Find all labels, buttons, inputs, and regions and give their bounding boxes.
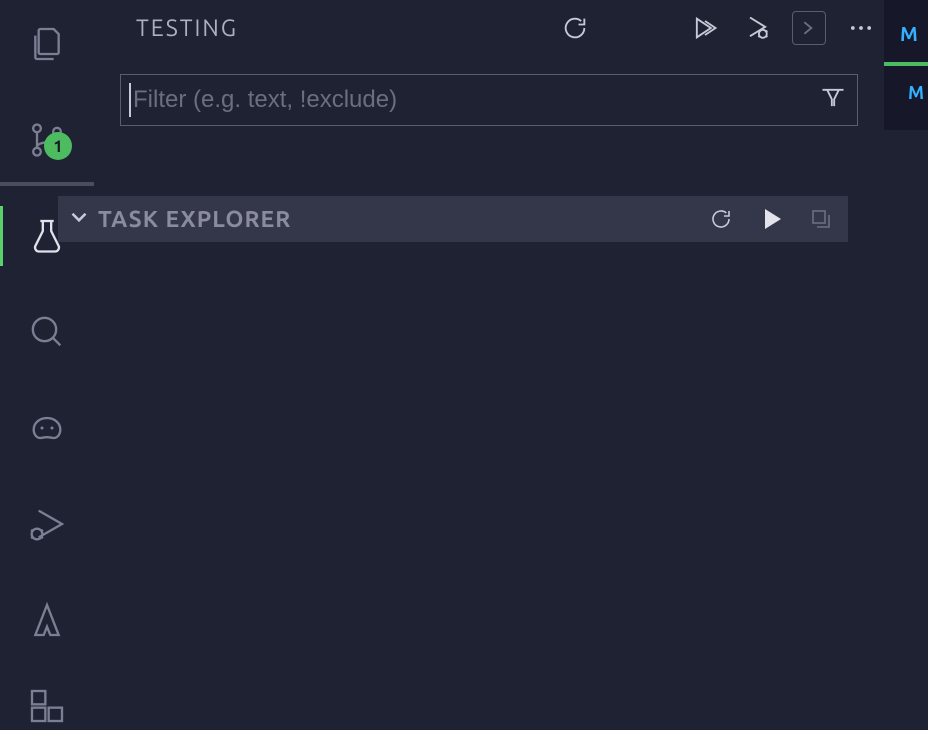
run-all-tests-button[interactable] <box>688 11 722 45</box>
text-cursor <box>129 83 131 117</box>
task-explorer-section: TASK EXPLORER <box>58 196 848 242</box>
play-icon <box>765 209 781 229</box>
nav-run-debug[interactable] <box>0 500 94 548</box>
refresh-tasks-button[interactable] <box>704 202 738 236</box>
panel-header: TESTING <box>94 0 884 56</box>
panel-title: TESTING <box>136 16 558 41</box>
active-tab-underline <box>884 62 928 66</box>
more-actions-button[interactable] <box>844 11 878 45</box>
show-output-button[interactable] <box>792 11 826 45</box>
funnel-icon <box>819 84 847 112</box>
play-bug-icon <box>27 504 67 544</box>
run-task-button[interactable] <box>754 202 788 236</box>
nav-underline <box>0 182 94 186</box>
files-icon <box>27 24 67 64</box>
tab-label-fragment[interactable]: M <box>908 80 928 106</box>
section-title: TASK EXPLORER <box>98 207 698 232</box>
scm-badge: 1 <box>44 132 72 160</box>
nav-copilot[interactable] <box>0 404 94 452</box>
collapse-icon <box>809 207 833 231</box>
testing-panel: TESTING <box>94 0 884 730</box>
nav-search[interactable] <box>0 308 94 356</box>
tab-label-fragment[interactable]: M <box>900 18 928 48</box>
nav-azure[interactable] <box>0 596 94 644</box>
search-icon <box>27 312 67 352</box>
section-actions <box>704 202 838 236</box>
filter-input[interactable] <box>133 86 819 114</box>
collapse-all-button[interactable] <box>804 202 838 236</box>
nav-extensions[interactable] <box>0 682 94 730</box>
panel-actions <box>558 11 878 45</box>
refresh-icon <box>561 14 589 42</box>
filter-box[interactable] <box>120 74 858 126</box>
nav-source-control[interactable]: 1 <box>0 116 94 164</box>
refresh-icon <box>709 207 733 231</box>
double-play-icon <box>691 14 719 42</box>
activity-bar: 1 <box>0 0 94 730</box>
editor-tabs-edge: M M <box>884 0 928 130</box>
terminal-chevron-icon <box>795 14 823 42</box>
section-header[interactable]: TASK EXPLORER <box>58 196 848 242</box>
debug-play-icon <box>743 14 771 42</box>
face-icon <box>27 408 67 448</box>
extensions-icon <box>27 686 67 726</box>
ellipsis-icon <box>847 14 875 42</box>
refresh-tests-button[interactable] <box>558 11 592 45</box>
debug-tests-button[interactable] <box>740 11 774 45</box>
filter-row <box>94 56 884 126</box>
nav-explorer[interactable] <box>0 20 94 68</box>
chevron-down-icon <box>66 204 92 234</box>
azure-icon <box>27 600 67 640</box>
filter-toggle-button[interactable] <box>819 84 847 116</box>
